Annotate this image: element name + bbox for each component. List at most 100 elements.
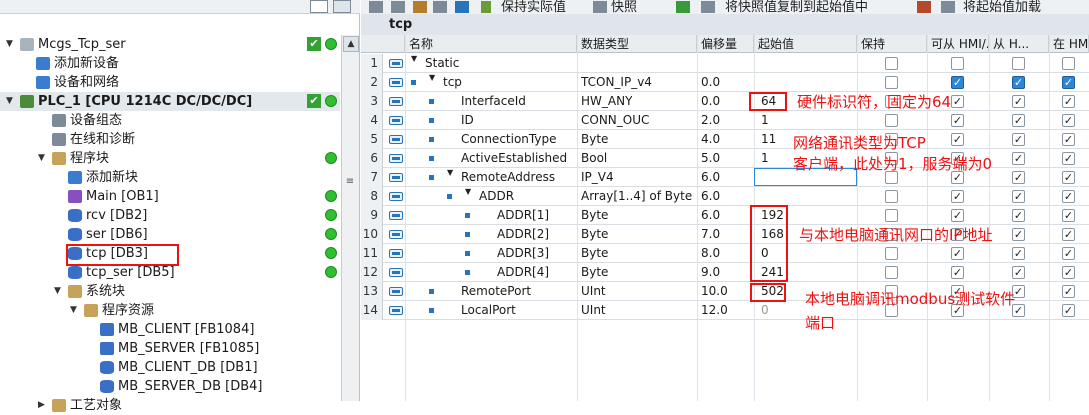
row-number[interactable]: 11 xyxy=(361,244,383,263)
variable-name[interactable]: LocalPort xyxy=(461,301,516,320)
tree-item[interactable]: ▶ 工艺对象 xyxy=(0,396,340,415)
hmi-accessible-checkbox[interactable]: ✓ xyxy=(951,190,964,203)
collapse-icon[interactable]: ▼ xyxy=(38,149,45,168)
column-header[interactable]: 可从 HMI/... xyxy=(927,35,989,53)
tree-item[interactable]: MB_SERVER [FB1085] xyxy=(0,339,340,358)
table-row[interactable]: 3 InterfaceId HW_ANY 0.0 64 ✓ ✓ ✓ xyxy=(361,92,1089,111)
hmi-writable-checkbox[interactable] xyxy=(1012,57,1025,70)
data-type[interactable]: Bool xyxy=(581,149,607,168)
row-number[interactable]: 10 xyxy=(361,225,383,244)
hmi-visible-checkbox[interactable]: ✓ xyxy=(1062,266,1075,279)
table-row[interactable]: 4 ID CONN_OUC 2.0 1 ✓ ✓ ✓ xyxy=(361,111,1089,130)
row-number[interactable]: 6 xyxy=(361,149,383,168)
tree-item[interactable]: ▼ 程序块 xyxy=(0,149,340,168)
run-icon[interactable] xyxy=(481,1,491,13)
tree-item[interactable]: 设备和网络 xyxy=(0,73,340,92)
tree-item[interactable]: 添加新块 xyxy=(0,168,340,187)
collapse-icon[interactable]: ▼ xyxy=(6,92,13,111)
variable-name[interactable]: InterfaceId xyxy=(461,92,526,111)
data-type[interactable]: UInt xyxy=(581,301,606,320)
retain-checkbox[interactable] xyxy=(885,76,898,89)
start-value[interactable]: 0 xyxy=(761,301,769,320)
data-type[interactable]: TCON_IP_v4 xyxy=(581,73,652,92)
retain-checkbox[interactable] xyxy=(885,114,898,127)
data-type[interactable]: IP_V4 xyxy=(581,168,614,187)
hmi-visible-checkbox[interactable]: ✓ xyxy=(1062,133,1075,146)
keep-actual-button[interactable]: 保持实际值 xyxy=(501,0,566,14)
column-header[interactable]: 从 H... xyxy=(989,35,1049,53)
retain-checkbox[interactable] xyxy=(885,209,898,222)
hmi-writable-checkbox[interactable]: ✓ xyxy=(1012,266,1025,279)
collapse-icon[interactable]: ▼ xyxy=(6,35,13,54)
table-row[interactable]: 1 ▼ Static xyxy=(361,54,1089,73)
variable-name[interactable]: ADDR xyxy=(479,187,514,206)
row-number[interactable]: 1 xyxy=(361,54,383,73)
table-row[interactable]: 11 ADDR[3] Byte 8.0 0 ✓ ✓ ✓ xyxy=(361,244,1089,263)
copy-arrow-icon[interactable] xyxy=(676,1,690,13)
variable-name[interactable]: ADDR[2] xyxy=(497,225,549,244)
hmi-visible-checkbox[interactable]: ✓ xyxy=(1062,95,1075,108)
data-type[interactable]: CONN_OUC xyxy=(581,111,649,130)
hmi-visible-checkbox[interactable]: ✓ xyxy=(1062,152,1075,165)
data-type[interactable]: Byte xyxy=(581,130,608,149)
pane-splitter-icon[interactable]: ≡ xyxy=(341,176,359,188)
start-value[interactable]: 11 xyxy=(761,130,776,149)
tree-item[interactable]: 设备组态 xyxy=(0,111,340,130)
hmi-accessible-checkbox[interactable]: ✓ xyxy=(951,114,964,127)
variable-name[interactable]: ADDR[3] xyxy=(497,244,549,263)
copy-snapshot-button[interactable]: 将快照值复制到起始值中 xyxy=(725,0,868,14)
hmi-visible-checkbox[interactable]: ✓ xyxy=(1062,171,1075,184)
insert-row-icon[interactable] xyxy=(369,1,383,13)
variable-name[interactable]: ConnectionType xyxy=(461,130,556,149)
tree-item[interactable]: ▼ PLC_1 [CPU 1214C DC/DC/DC] ✔ xyxy=(0,92,340,111)
hmi-accessible-checkbox[interactable]: ✓ xyxy=(951,266,964,279)
collapse-icon[interactable]: ▼ xyxy=(54,282,61,301)
data-type[interactable]: Byte xyxy=(581,225,608,244)
snapshot-icon[interactable] xyxy=(593,1,607,13)
data-type[interactable]: Array[1..4] of Byte xyxy=(581,187,692,206)
hmi-accessible-checkbox[interactable]: ✓ xyxy=(951,76,964,89)
row-number[interactable]: 5 xyxy=(361,130,383,149)
hmi-writable-checkbox[interactable]: ✓ xyxy=(1012,114,1025,127)
hmi-visible-checkbox[interactable]: ✓ xyxy=(1062,190,1075,203)
start-value[interactable]: 1 xyxy=(761,149,769,168)
variable-name[interactable]: ActiveEstablished xyxy=(461,149,567,168)
hmi-visible-checkbox[interactable]: ✓ xyxy=(1062,304,1075,317)
column-header[interactable]: 名称 xyxy=(405,35,577,53)
variable-name[interactable]: ADDR[4] xyxy=(497,263,549,282)
row-number[interactable]: 14 xyxy=(361,301,383,320)
collapse-icon[interactable]: ▼ xyxy=(411,54,417,63)
hmi-visible-checkbox[interactable]: ✓ xyxy=(1062,228,1075,241)
view-detail-icon[interactable] xyxy=(333,0,351,13)
add-row-icon[interactable] xyxy=(391,1,405,13)
load-start-button[interactable]: 将起始值加载 xyxy=(963,0,1041,14)
row-number[interactable]: 7 xyxy=(361,168,383,187)
expand-icon[interactable] xyxy=(413,1,427,13)
row-number[interactable]: 13 xyxy=(361,282,383,301)
variable-name[interactable]: ID xyxy=(461,111,474,130)
collapse-icon[interactable]: ▼ xyxy=(465,187,471,196)
hmi-visible-checkbox[interactable]: ✓ xyxy=(1062,76,1075,89)
variable-name[interactable]: ADDR[1] xyxy=(497,206,549,225)
table-row[interactable]: 9 ADDR[1] Byte 6.0 192 ✓ ✓ ✓ xyxy=(361,206,1089,225)
data-type[interactable]: Byte xyxy=(581,206,608,225)
tree-item[interactable]: Main [OB1] xyxy=(0,187,340,206)
tree-item[interactable]: ▼ 系统块 xyxy=(0,282,340,301)
variable-name[interactable]: RemotePort xyxy=(461,282,531,301)
start-value[interactable]: 1 xyxy=(761,111,769,130)
tree-scrollbar[interactable]: ▲ xyxy=(341,35,359,401)
tree-item[interactable]: MB_CLIENT_DB [DB1] xyxy=(0,358,340,377)
variable-name[interactable]: tcp xyxy=(443,73,462,92)
hmi-writable-checkbox[interactable]: ✓ xyxy=(1012,152,1025,165)
variable-name[interactable]: Static xyxy=(425,54,459,73)
column-header[interactable]: 保持 xyxy=(857,35,927,53)
table-row[interactable]: 8 ▼ ADDR Array[1..4] of Byte 6.0 ✓ ✓ ✓ xyxy=(361,187,1089,206)
row-number[interactable]: 9 xyxy=(361,206,383,225)
hmi-accessible-checkbox[interactable]: ✓ xyxy=(951,247,964,260)
collapse-icon[interactable]: ▼ xyxy=(447,168,453,177)
hmi-writable-checkbox[interactable]: ✓ xyxy=(1012,95,1025,108)
data-type[interactable]: HW_ANY xyxy=(581,92,632,111)
tree-item[interactable]: ▼ Mcgs_Tcp_ser ✔ xyxy=(0,35,340,54)
hmi-visible-checkbox[interactable]: ✓ xyxy=(1062,285,1075,298)
snapshot-button[interactable]: 快照 xyxy=(611,0,637,14)
